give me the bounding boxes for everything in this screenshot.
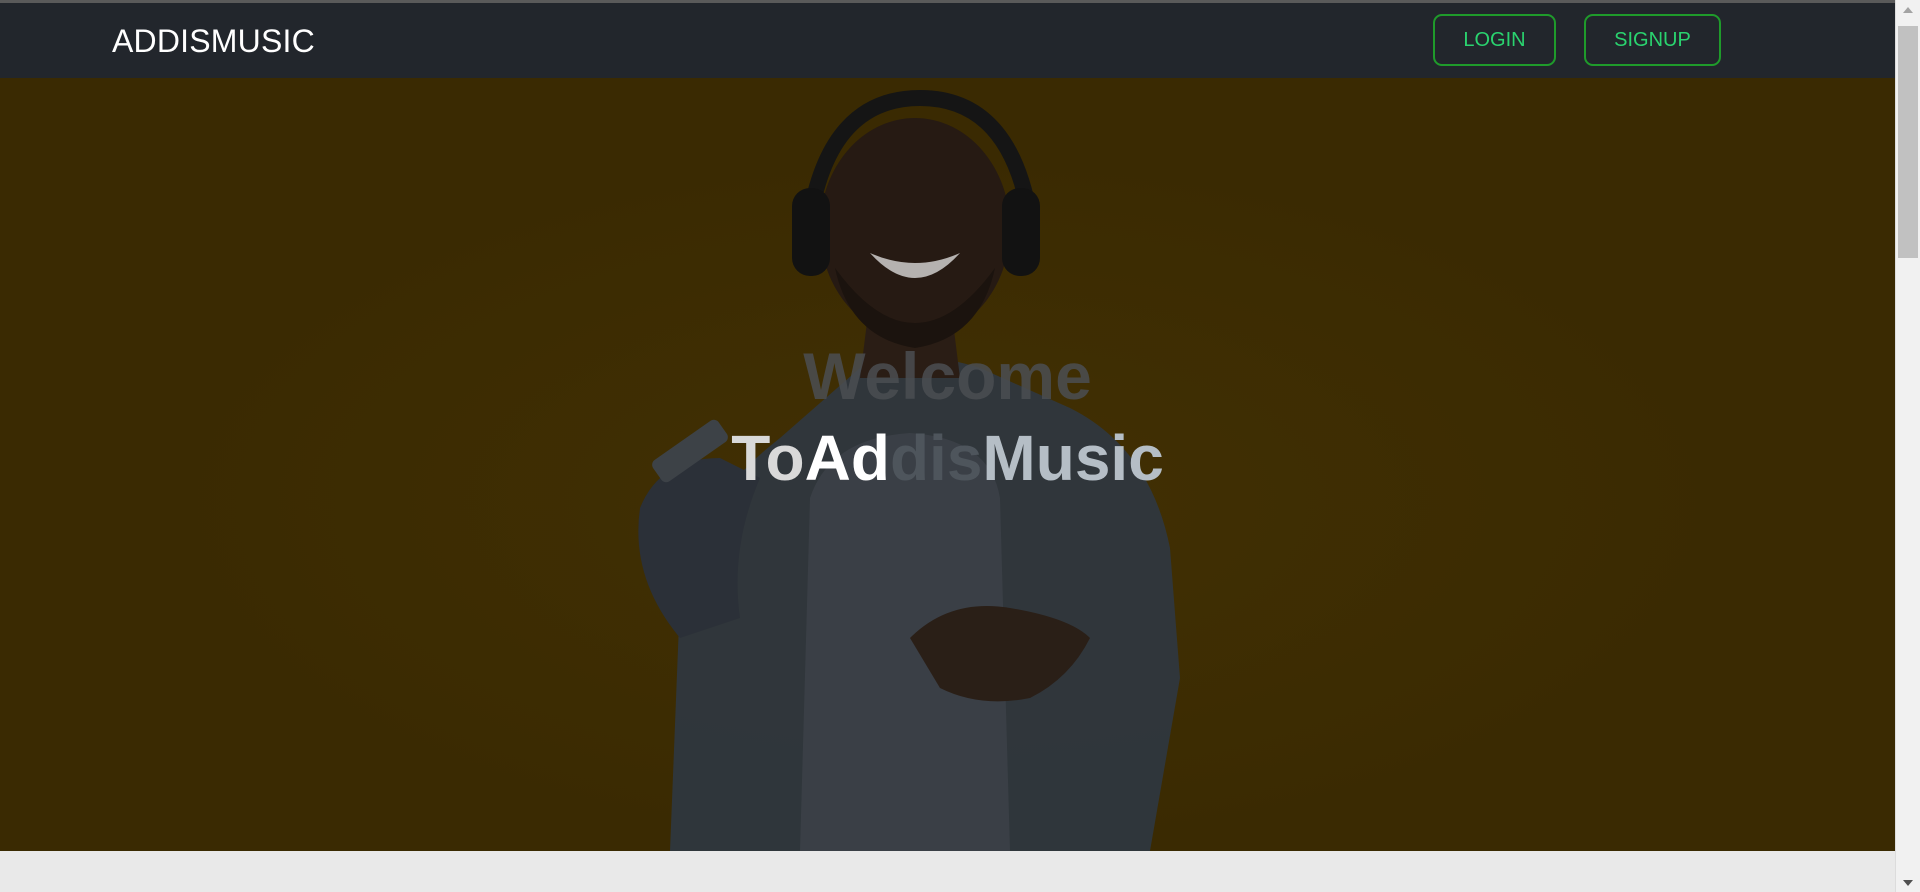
hero-subtitle-part: To <box>731 422 805 494</box>
hero-subtitle: ToAddisMusic <box>0 426 1895 490</box>
scroll-thumb[interactable] <box>1898 26 1918 258</box>
login-button[interactable]: LOGIN <box>1433 14 1556 66</box>
scroll-down-arrow-icon[interactable] <box>1903 880 1913 886</box>
hero-subtitle-part: dis <box>889 422 983 494</box>
footer-strip <box>0 851 1895 892</box>
navbar: ADDISMUSIC LOGIN SIGNUP <box>0 3 1895 78</box>
hero-subtitle-part: Ad <box>804 422 890 494</box>
hero-title: Welcome <box>803 339 1092 413</box>
hero-subtitle-part: Music <box>982 422 1164 494</box>
brand-logo[interactable]: ADDISMUSIC <box>112 23 315 60</box>
hero-section: Welcome ToAddisMusic <box>0 78 1895 851</box>
signup-button[interactable]: SIGNUP <box>1584 14 1721 66</box>
scroll-up-arrow-icon[interactable] <box>1903 7 1913 13</box>
page: ADDISMUSIC LOGIN SIGNUP Welcome ToAddisM… <box>0 0 1920 892</box>
vertical-scrollbar[interactable] <box>1895 0 1920 892</box>
